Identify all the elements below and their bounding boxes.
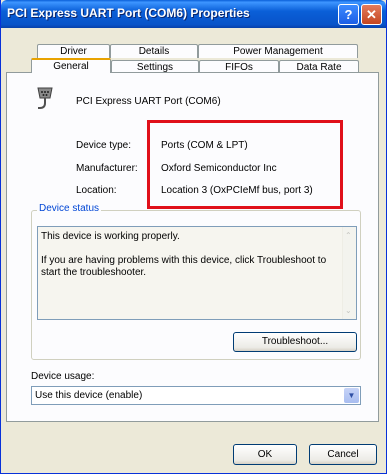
status-message: This device is working properly. [41, 231, 180, 242]
scroll-up-icon[interactable]: ⌃ [345, 231, 352, 240]
window-title: PCI Express UART Port (COM6) Properties [7, 6, 250, 20]
serial-port-icon [37, 87, 53, 109]
device-usage-label: Device usage: [31, 371, 95, 382]
tab-details[interactable]: Details [110, 44, 198, 58]
properties-dialog: PCI Express UART Port (COM6) Properties … [0, 0, 387, 474]
cancel-button[interactable]: Cancel [309, 444, 377, 465]
status-scrollbar[interactable]: ⌃ ⌄ [342, 227, 356, 319]
device-type-value: Ports (COM & LPT) [161, 140, 248, 151]
tab-driver[interactable]: Driver [37, 44, 110, 58]
device-usage-value: Use this device (enable) [35, 390, 143, 401]
troubleshoot-button[interactable]: Troubleshoot... [233, 332, 357, 352]
scroll-down-icon[interactable]: ⌄ [345, 306, 352, 315]
help-button[interactable]: ? [338, 4, 359, 25]
title-bar[interactable]: PCI Express UART Port (COM6) Properties … [1, 0, 386, 28]
close-button[interactable]: ✕ [361, 4, 382, 25]
device-status-legend: Device status [37, 203, 102, 214]
device-type-label: Device type: [76, 140, 132, 151]
chevron-down-icon[interactable]: ▼ [344, 388, 359, 403]
manufacturer-label: Manufacturer: [76, 163, 138, 174]
manufacturer-value: Oxford Semiconductor Inc [161, 163, 277, 174]
ok-button[interactable]: OK [233, 444, 297, 465]
device-name: PCI Express UART Port (COM6) [76, 96, 221, 107]
location-label: Location: [76, 185, 117, 196]
tab-power-management[interactable]: Power Management [198, 44, 358, 58]
device-usage-select[interactable]: Use this device (enable) ▼ [31, 386, 361, 405]
location-value: Location 3 (OxPCIeMf bus, port 3) [161, 185, 313, 196]
status-help-text: If you are having problems with this dev… [41, 255, 327, 278]
tab-general[interactable]: General [31, 58, 111, 73]
device-status-textbox[interactable]: This device is working properly. If you … [37, 226, 357, 320]
